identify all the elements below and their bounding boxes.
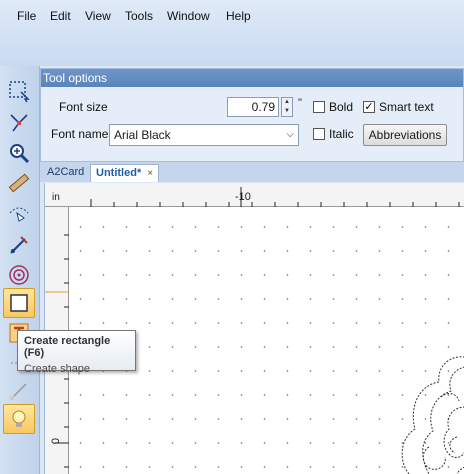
- ruler-top-label: -10: [235, 191, 251, 203]
- font-name-label: Font name: [51, 127, 109, 141]
- node-edit-icon: [10, 114, 28, 132]
- font-size-spinner[interactable]: ▲ ▼: [281, 97, 293, 117]
- font-size-unit: ": [298, 97, 302, 109]
- selection-tool-button[interactable]: [3, 76, 35, 106]
- tab-label: Untitled*: [96, 167, 142, 179]
- rectangle-shape-icon: [10, 294, 28, 312]
- line-tool-button[interactable]: [3, 376, 35, 406]
- drawing-area: in -10 0: [44, 183, 464, 474]
- selection-rectangle-icon: [9, 81, 30, 103]
- horizontal-ruler-ticks: [90, 187, 460, 207]
- menu-file[interactable]: File: [17, 9, 36, 23]
- italic-checkbox[interactable]: [313, 128, 325, 140]
- abbreviations-button[interactable]: Abbreviations: [363, 124, 447, 146]
- tool-options-title: Tool options: [43, 71, 108, 85]
- menu-window[interactable]: Window: [167, 9, 210, 23]
- font-size-input[interactable]: 0.79: [227, 97, 279, 117]
- tab-untitled[interactable]: Untitled* ×: [90, 164, 160, 182]
- menu-edit[interactable]: Edit: [50, 9, 71, 23]
- knife-icon: [10, 236, 28, 254]
- chevron-down-icon: ⌵: [286, 129, 294, 140]
- menu-view[interactable]: View: [85, 9, 111, 23]
- light-bulb-icon: [12, 410, 26, 427]
- rectangle-tool-button[interactable]: [3, 288, 35, 318]
- bold-checkbox[interactable]: [313, 101, 325, 113]
- bezier-draw-icon: [9, 207, 29, 222]
- tooltip-subtitle: Create shape: [24, 363, 91, 375]
- spiral-tool-button[interactable]: [3, 260, 35, 290]
- smart-text-checkbox[interactable]: ✓: [363, 101, 375, 113]
- font-name-value: Arial Black: [114, 128, 171, 142]
- menu-bar: File Edit View Tools Window Help: [0, 0, 464, 66]
- ruler-left-label: 0: [50, 437, 63, 445]
- smart-text-label: Smart text: [379, 100, 434, 114]
- tool-tooltip: Create rectangle (F6) Create shape: [17, 330, 136, 375]
- menu-help[interactable]: Help: [226, 9, 251, 23]
- measure-ruler-icon: [8, 173, 30, 193]
- font-size-label: Font size: [59, 100, 108, 114]
- document-tabs: A2Card Untitled* ×: [40, 162, 464, 182]
- line-icon: [10, 383, 27, 400]
- knife-tool-button[interactable]: [3, 230, 35, 260]
- menu-tools[interactable]: Tools: [125, 9, 153, 23]
- horizontal-ruler: in -10: [45, 183, 464, 207]
- italic-label: Italic: [329, 127, 354, 141]
- tab-a2card[interactable]: A2Card: [42, 164, 89, 182]
- node-edit-tool-button[interactable]: [3, 108, 35, 138]
- light-tool-button[interactable]: [3, 404, 35, 434]
- font-name-select[interactable]: Arial Black ⌵: [109, 124, 299, 146]
- zoom-icon: [10, 144, 30, 164]
- tools-toolbar: [0, 66, 40, 474]
- tab-label: A2Card: [47, 166, 85, 178]
- bezier-tool-button[interactable]: [3, 198, 35, 228]
- tooltip-title: Create rectangle (F6): [24, 335, 111, 359]
- close-icon[interactable]: ×: [147, 168, 153, 179]
- measure-tool-button[interactable]: [3, 168, 35, 198]
- zoom-tool-button[interactable]: [3, 138, 35, 168]
- bold-label: Bold: [329, 100, 354, 114]
- tool-options-panel: Tool options Font size 0.79 ▲ ▼ " Bold ✓ …: [40, 68, 464, 162]
- tool-options-header: Tool options: [41, 69, 463, 87]
- spiral-shape-icon: [9, 265, 29, 285]
